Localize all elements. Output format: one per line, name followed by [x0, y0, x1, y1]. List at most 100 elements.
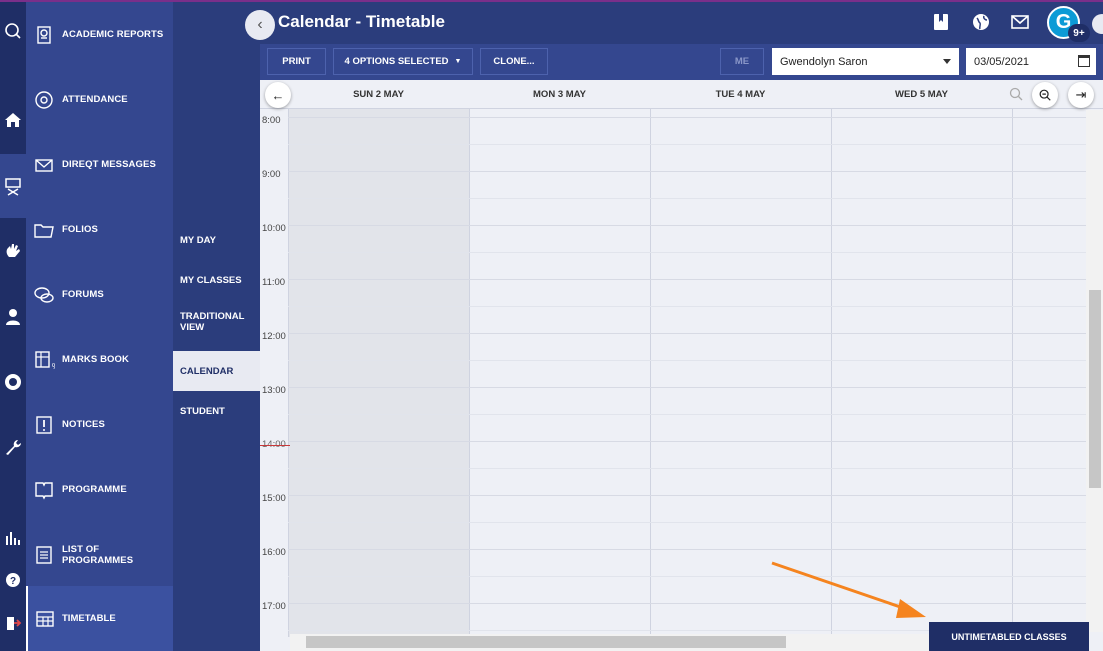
hour-line — [288, 387, 1086, 388]
half-hour-line — [288, 198, 1086, 199]
module-label: ACADEMIC REPORTS — [62, 29, 164, 40]
submenu-student[interactable]: STUDENT — [173, 391, 260, 431]
day-label-mon: MON 3 MAY — [533, 89, 586, 100]
hour-line — [288, 225, 1086, 226]
globe-icon[interactable] — [970, 11, 992, 33]
day-label-tue: TUE 4 MAY — [715, 89, 766, 100]
time-label: 16:00 — [262, 547, 286, 558]
classroom-icon[interactable] — [0, 154, 26, 218]
help-icon[interactable]: ? — [0, 565, 26, 595]
half-hour-line — [288, 414, 1086, 415]
logout-icon[interactable] — [0, 608, 26, 638]
module-list-of-programmes[interactable]: LIST OF PROGRAMMES — [26, 522, 173, 587]
time-grid — [288, 109, 1086, 637]
module-folios[interactable]: FOLIOS — [26, 197, 173, 262]
module-list: ACADEMIC REPORTS ATTENDANCE DIREQT MESSA… — [26, 2, 173, 586]
module-marks-book[interactable]: % MARKS BOOK — [26, 327, 173, 392]
day-label-sun: SUN 2 MAY — [353, 89, 404, 100]
options-label: 4 OPTIONS SELECTED — [344, 56, 449, 67]
untimetabled-classes-button[interactable]: UNTIMETABLED CLASSES — [929, 622, 1089, 651]
day-column-sun[interactable] — [288, 109, 469, 637]
date-input[interactable]: 03/05/2021 — [966, 48, 1096, 75]
module-direqt-messages[interactable]: DIREQT MESSAGES — [26, 132, 173, 197]
time-label: 12:00 — [262, 331, 286, 342]
day-column-thu[interactable] — [1012, 109, 1086, 637]
home-icon[interactable] — [0, 105, 26, 135]
half-hour-line — [288, 144, 1086, 145]
wrench-icon[interactable] — [0, 432, 26, 462]
at-sign-icon — [26, 89, 62, 111]
half-hour-line — [288, 468, 1086, 469]
bookmark-icon[interactable] — [930, 11, 952, 33]
hour-line — [288, 117, 1086, 118]
user-select-value: Gwendolyn Saron — [780, 55, 868, 68]
half-hour-line — [288, 522, 1086, 523]
submenu-my-classes[interactable]: MY CLASSES — [173, 260, 260, 300]
hour-line — [288, 279, 1086, 280]
caret-down-icon: ▼ — [454, 58, 462, 65]
search-icon[interactable] — [0, 16, 26, 46]
person-icon[interactable] — [0, 302, 26, 332]
time-label: 10:00 — [262, 223, 286, 234]
marks-book-icon: % — [26, 349, 62, 371]
module-label: DIREQT MESSAGES — [62, 159, 156, 170]
vertical-scroll-thumb[interactable] — [1089, 290, 1101, 488]
caret-down-icon — [943, 59, 951, 64]
icon-rail: ? — [0, 2, 26, 651]
hour-line — [288, 549, 1086, 550]
module-label: ATTENDANCE — [62, 94, 128, 105]
module-label: NOTICES — [62, 419, 105, 430]
list-icon — [26, 544, 62, 566]
hand-icon[interactable] — [0, 235, 26, 265]
me-button[interactable]: ME — [720, 48, 764, 75]
submenu-my-day[interactable]: MY DAY — [173, 220, 260, 260]
print-button[interactable]: PRINT — [267, 48, 326, 75]
timetable-submenu: MY DAY MY CLASSES TRADITIONAL VIEW CALEN… — [173, 2, 260, 651]
timetable-icon — [28, 608, 62, 630]
time-label: 11:00 — [262, 277, 286, 288]
module-label: FOLIOS — [62, 224, 98, 235]
hour-line — [288, 603, 1086, 604]
hour-line — [288, 333, 1086, 334]
back-button[interactable]: ‹ — [245, 10, 275, 40]
module-label: LIST OF PROGRAMMES — [61, 543, 134, 566]
calendar-icon — [1078, 55, 1090, 67]
module-programme[interactable]: PROGRAMME — [26, 457, 173, 522]
report-icon — [26, 24, 62, 46]
annotation-arrow — [771, 561, 926, 618]
next-week-button[interactable]: ⇥ — [1068, 82, 1094, 108]
module-notices[interactable]: NOTICES — [26, 392, 173, 457]
module-forums[interactable]: FORUMS — [26, 262, 173, 327]
hour-line — [288, 171, 1086, 172]
submenu-traditional-view[interactable]: TRADITIONAL VIEW — [173, 302, 260, 342]
date-value: 03/05/2021 — [974, 55, 1030, 68]
bar-chart-icon[interactable] — [0, 523, 26, 553]
user-select[interactable]: Gwendolyn Saron — [772, 48, 959, 75]
module-timetable[interactable]: TIMETABLE — [26, 586, 173, 651]
half-hour-line — [288, 360, 1086, 361]
current-time-line — [260, 445, 290, 446]
module-academic-reports[interactable]: ACADEMIC REPORTS — [26, 2, 173, 67]
sun-badge-icon[interactable] — [0, 367, 26, 397]
module-label: PROGRAMME — [62, 484, 127, 495]
day-header: ← SUN 2 MAY MON 3 MAY TUE 4 MAY WED 5 MA… — [260, 80, 1103, 109]
time-label: 17:00 — [262, 601, 286, 612]
clone-button[interactable]: CLONE... — [480, 48, 548, 75]
arrow-right-icon: ⇥ — [1075, 87, 1087, 102]
forum-icon — [26, 284, 62, 306]
horizontal-scroll-thumb[interactable] — [306, 636, 786, 648]
day-label-wed: WED 5 MAY — [895, 89, 948, 100]
zoom-out-icon[interactable] — [1008, 86, 1024, 102]
options-dropdown[interactable]: 4 OPTIONS SELECTED ▼ — [333, 48, 473, 75]
half-hour-line — [288, 252, 1086, 253]
mail-icon[interactable] — [1009, 11, 1031, 33]
submenu-calendar[interactable]: CALENDAR — [173, 351, 260, 391]
module-attendance[interactable]: ATTENDANCE — [26, 67, 173, 132]
notification-badge: 9+ — [1068, 24, 1090, 42]
day-column-mon[interactable] — [469, 109, 650, 637]
zoom-in-button[interactable] — [1032, 82, 1058, 108]
arrow-left-icon: ← — [271, 87, 285, 103]
time-label: 13:00 — [262, 385, 286, 396]
message-icon — [26, 154, 62, 176]
hour-line — [288, 441, 1086, 442]
